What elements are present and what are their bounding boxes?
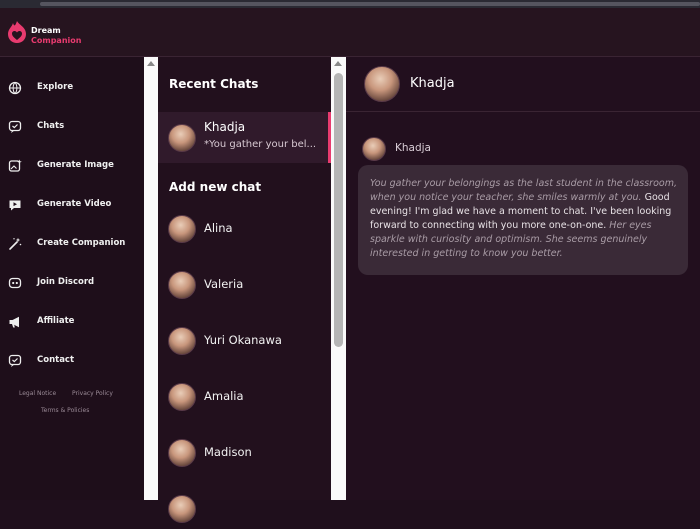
list-item[interactable]: Yuri Okanawa [158, 321, 331, 361]
sidebar-scrollbar[interactable] [144, 57, 158, 500]
list-item[interactable] [158, 489, 331, 529]
sidebar-item-label: Join Discord [37, 277, 95, 287]
sidebar-item-label: Affiliate [37, 316, 75, 326]
chat-header-name: Khadja [410, 76, 455, 91]
sidebar-item-contact[interactable]: Contact [0, 349, 144, 375]
list-item[interactable]: Valeria [158, 265, 331, 305]
globe-icon [8, 81, 22, 95]
contact-name: Alina [204, 221, 233, 235]
sidebar-item-chats[interactable]: Chats [0, 115, 144, 141]
contact-name: Valeria [204, 277, 244, 291]
recent-chats-title: Recent Chats [169, 77, 259, 91]
sidebar-item-label: Generate Image [37, 160, 114, 170]
browser-top-strip [0, 0, 700, 8]
sidebar-item-label: Contact [37, 355, 75, 365]
scroll-up-arrow-icon[interactable] [147, 61, 155, 66]
flame-heart-logo-icon[interactable] [6, 20, 28, 44]
scrollbar-thumb[interactable] [334, 73, 343, 347]
brand-name-line1: Dream [31, 26, 61, 35]
avatar [168, 439, 196, 467]
megaphone-icon [9, 316, 19, 328]
legal-notice-link[interactable]: Legal Notice [19, 390, 56, 397]
sidebar-item-create-companion[interactable]: Create Companion [0, 232, 144, 258]
chat-bubble-icon [8, 120, 22, 133]
sidebar-item-affiliate[interactable]: Affiliate [0, 310, 144, 336]
avatar [362, 137, 386, 161]
avatar[interactable] [364, 66, 400, 102]
contact-name: Madison [204, 445, 252, 459]
privacy-policy-link[interactable]: Privacy Policy [72, 390, 113, 397]
add-new-chat-title: Add new chat [169, 180, 262, 194]
sidebar-item-join-discord[interactable]: Join Discord [0, 271, 144, 297]
image-sparkle-icon [8, 159, 22, 172]
avatar [168, 271, 196, 299]
brand-name-line2: Companion [31, 36, 82, 45]
sidebar-item-explore[interactable]: Explore [0, 76, 144, 102]
message-action-text: You gather your belongings as the last s… [370, 178, 677, 203]
sidebar: Explore Chats Generate Image Generate Vi… [0, 57, 144, 500]
avatar [168, 215, 196, 243]
browser-tab-bar [40, 2, 700, 6]
recent-chat-name: Khadja [204, 120, 246, 134]
avatar [168, 495, 196, 523]
contact-name: Amalia [204, 389, 244, 403]
recent-chat-preview: *You gather your bel... [204, 139, 317, 150]
sidebar-item-generate-video[interactable]: Generate Video [0, 193, 144, 219]
sidebar-item-label: Create Companion [37, 238, 126, 248]
avatar [168, 383, 196, 411]
sidebar-item-generate-image[interactable]: Generate Image [0, 154, 144, 180]
sidebar-item-label: Explore [37, 82, 74, 92]
contact-message-icon [8, 354, 22, 367]
sidebar-item-label: Chats [37, 121, 65, 131]
chat-header: Khadja [346, 57, 700, 112]
avatar [168, 327, 196, 355]
chat-panel: Khadja Khadja You gather your belongings… [346, 57, 700, 500]
sidebar-item-label: Generate Video [37, 199, 112, 209]
sender-name: Khadja [395, 142, 431, 154]
chat-list-panel: Recent Chats Khadja *You gather your bel… [158, 57, 331, 523]
recent-chat-item[interactable]: Khadja *You gather your bel... [158, 112, 331, 163]
message-bubble: You gather your belongings as the last s… [358, 165, 688, 275]
terms-policies-link[interactable]: Terms & Policies [41, 407, 89, 414]
list-item[interactable]: Alina [158, 209, 331, 249]
contact-name: Yuri Okanawa [204, 333, 282, 347]
message-text: You gather your belongings as the last s… [370, 177, 688, 261]
scroll-up-arrow-icon[interactable] [334, 61, 342, 66]
list-item[interactable]: Amalia [158, 377, 331, 417]
app-header: Dream Companion [0, 8, 700, 57]
magic-wand-icon [9, 237, 22, 250]
video-icon [9, 200, 21, 211]
avatar [168, 124, 196, 152]
list-item[interactable]: Madison [158, 433, 331, 473]
chat-list-scrollbar[interactable] [331, 57, 346, 500]
discord-icon [8, 277, 22, 289]
